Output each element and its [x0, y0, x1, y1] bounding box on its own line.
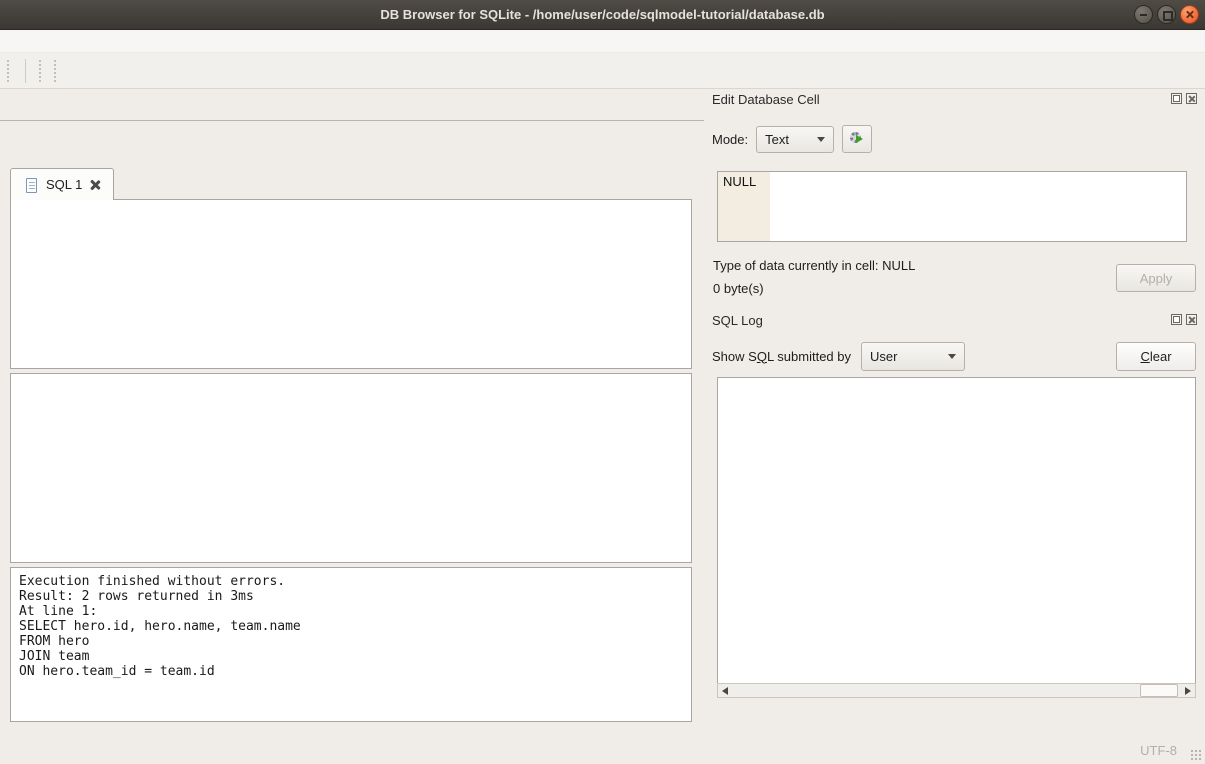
gear-icon: [848, 130, 866, 148]
right-dock-area: Edit Database Cell Mode: Text NULL Type …: [706, 89, 1205, 734]
minimize-icon[interactable]: [1134, 5, 1153, 24]
close-dock-icon[interactable]: [1186, 93, 1197, 104]
mode-label: Mode:: [712, 132, 748, 147]
sql-file-icon: [23, 177, 39, 193]
cell-type-text: Type of data currently in cell: NULL: [713, 258, 915, 273]
float-dock-icon[interactable]: [1171, 314, 1182, 325]
toolbar-separator: [25, 59, 26, 83]
toolbar-grip[interactable]: [7, 60, 12, 82]
scroll-left-icon[interactable]: [718, 684, 732, 697]
sql-editor[interactable]: [10, 199, 692, 369]
sql-log-title: SQL Log: [712, 313, 763, 328]
tab-pane-border: [0, 120, 704, 121]
sql-log-view[interactable]: [717, 377, 1196, 698]
close-icon[interactable]: [1180, 5, 1199, 24]
close-tab-icon[interactable]: [89, 179, 101, 191]
maximize-icon[interactable]: [1157, 5, 1176, 24]
cell-editor-area: [770, 172, 1186, 241]
scroll-right-icon[interactable]: [1181, 684, 1195, 697]
mode-select[interactable]: Text: [756, 126, 834, 153]
title-bar[interactable]: DB Browser for SQLite - /home/user/code/…: [0, 0, 1205, 30]
app-window: DB Browser for SQLite - /home/user/code/…: [0, 0, 1205, 764]
cell-size-text: 0 byte(s): [713, 281, 764, 296]
float-dock-icon[interactable]: [1171, 93, 1182, 104]
scrollbar-thumb[interactable]: [1140, 684, 1178, 697]
cell-value-editor[interactable]: NULL: [717, 171, 1187, 242]
log-source-select[interactable]: User: [861, 342, 965, 371]
execution-message-panel[interactable]: Execution finished without errors. Resul…: [10, 567, 692, 722]
close-dock-icon[interactable]: [1186, 314, 1197, 325]
results-panel: [10, 373, 692, 563]
apply-button[interactable]: Apply: [1116, 264, 1196, 292]
resize-grip[interactable]: [1190, 749, 1202, 761]
log-source-value: User: [870, 349, 897, 364]
sql-log-filter-label: Show SQL submitted by: [712, 349, 851, 364]
status-bar: UTF-8: [0, 734, 1205, 764]
mode-select-value: Text: [765, 132, 789, 147]
chevron-down-icon: [948, 354, 956, 359]
main-toolbar: [0, 53, 1205, 89]
cell-value: NULL: [718, 172, 770, 241]
sql-log-dock-buttons: [1171, 314, 1197, 325]
edit-cell-title: Edit Database Cell: [712, 92, 820, 107]
sql-doc-tab-label: SQL 1: [46, 177, 82, 192]
execution-message: Execution finished without errors. Resul…: [19, 574, 683, 679]
sql-doc-tab-bar: SQL 1: [10, 168, 114, 200]
edit-cell-toolbar: Mode: Text: [712, 124, 1200, 154]
clear-log-button[interactable]: Clear: [1116, 342, 1196, 371]
window-controls: [1134, 5, 1199, 24]
edit-cell-dock-buttons: [1171, 93, 1197, 104]
window-title: DB Browser for SQLite - /home/user/code/…: [380, 7, 824, 22]
auto-switch-mode-button[interactable]: [842, 125, 872, 153]
log-horizontal-scrollbar[interactable]: [717, 683, 1196, 698]
sql-doc-tab[interactable]: SQL 1: [10, 168, 114, 200]
encoding-label: UTF-8: [1140, 743, 1177, 758]
toolbar-grip[interactable]: [39, 60, 44, 82]
chevron-down-icon: [817, 137, 825, 142]
menu-bar: [0, 30, 1205, 53]
toolbar-grip[interactable]: [54, 60, 59, 82]
main-tab-bar: [0, 91, 704, 121]
